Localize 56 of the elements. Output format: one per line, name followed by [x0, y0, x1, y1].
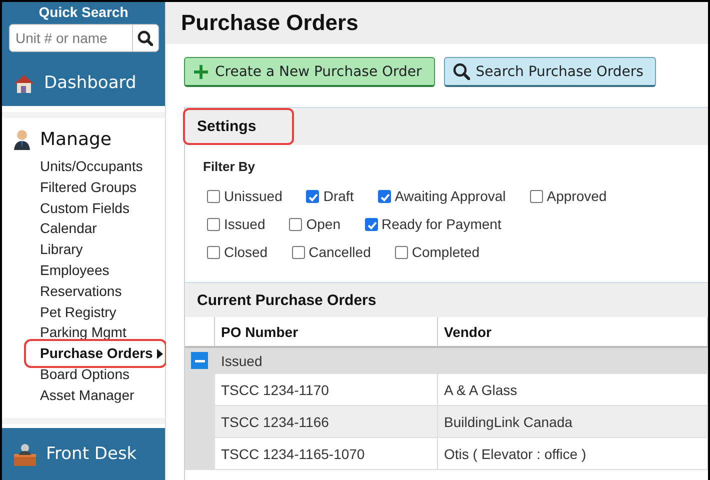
- search-button[interactable]: Search Purchase Orders: [444, 57, 656, 87]
- sidebar-link[interactable]: Employees: [40, 260, 165, 281]
- sidebar-link[interactable]: Pet Registry: [40, 302, 165, 322]
- checkbox-label: Cancelled: [308, 244, 371, 260]
- table-cell: Otis ( Elevator : office ): [438, 438, 708, 470]
- checkbox[interactable]: [394, 246, 408, 258]
- sidebar-link[interactable]: Filtered Groups: [40, 176, 165, 198]
- checkbox[interactable]: [530, 190, 543, 202]
- create-button[interactable]: Create a New Purchase Order: [184, 57, 435, 87]
- sidebar-link[interactable]: Reservations: [40, 280, 165, 302]
- quick-search-field[interactable]: Unit # or name: [8, 24, 158, 52]
- table-cell: TSCC 1234-1165-1070: [214, 438, 438, 470]
- dashboard-link[interactable]: Dashboard: [44, 73, 136, 93]
- page-title: Purchase Orders: [166, 2, 708, 44]
- plus-icon: [193, 64, 209, 80]
- sidebar-link[interactable]: Library: [40, 239, 165, 260]
- sidebar-link[interactable]: Units/Occupants: [40, 156, 165, 177]
- filter-label: Filter By: [202, 158, 256, 174]
- sidebar-link[interactable]: Board Options: [40, 364, 165, 385]
- checkbox[interactable]: [207, 246, 220, 258]
- sidebar-link[interactable]: Calendar: [40, 218, 165, 240]
- sidebar-link[interactable]: Parking Mgmt: [40, 322, 165, 344]
- checkbox[interactable]: [207, 190, 220, 202]
- search-icon: [452, 63, 470, 80]
- search-button[interactable]: [132, 25, 158, 51]
- desk-icon: [12, 442, 38, 466]
- search-icon: [137, 30, 153, 46]
- checkbox-label: Approved: [546, 188, 607, 204]
- person-icon: [12, 128, 32, 150]
- table-cell: TSCC 1234-1166: [214, 406, 438, 438]
- checkbox[interactable]: [306, 190, 320, 202]
- group-label: Issued: [214, 347, 708, 374]
- checkbox-label: Issued: [224, 216, 266, 232]
- checkbox-label: Closed: [224, 244, 268, 260]
- checkbox[interactable]: [207, 218, 220, 230]
- checkbox-label: Open: [306, 216, 340, 232]
- quick-search-title: Quick Search: [38, 4, 128, 20]
- checkbox-label: Awaiting Approval: [394, 188, 506, 204]
- manage-heading: Manage: [40, 128, 112, 150]
- checkbox-label: Draft: [323, 188, 354, 204]
- sidebar-link[interactable]: Purchase Orders: [28, 343, 163, 364]
- orders-heading: Current Purchase Orders: [197, 292, 376, 308]
- table-cell: BuildingLink Canada: [438, 406, 708, 438]
- checkbox[interactable]: [378, 190, 391, 202]
- collapse-button[interactable]: [191, 352, 208, 370]
- sidebar-link[interactable]: Asset Manager: [40, 384, 165, 406]
- house-icon: [12, 72, 36, 94]
- checkbox-label: Unissued: [224, 188, 282, 204]
- settings-heading: Settings: [185, 110, 292, 143]
- checkbox[interactable]: [289, 218, 302, 230]
- caret-icon: [156, 348, 163, 359]
- sidebar-link[interactable]: Custom Fields: [40, 198, 165, 218]
- checkbox-label: Completed: [412, 244, 480, 260]
- checkbox[interactable]: [292, 246, 305, 258]
- checkbox[interactable]: [364, 218, 378, 230]
- checkbox-label: Ready for Payment: [382, 216, 502, 232]
